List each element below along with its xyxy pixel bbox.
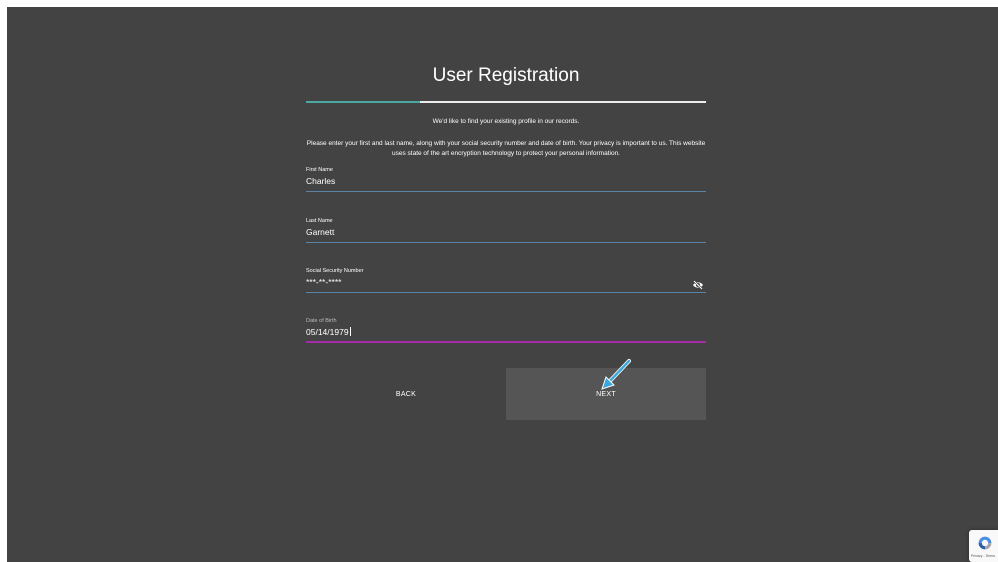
eye-slash-icon[interactable] [692,280,704,290]
last-name-label: Last Name [306,218,333,224]
privacy-text: Please enter your first and last name, a… [306,140,706,157]
first-name-label: First Name [306,167,333,173]
dob-input[interactable]: 05/14/1979 [306,327,676,337]
first-name-field[interactable]: First Name Charles [306,167,706,193]
ssn-field[interactable]: Social Security Number ***-**-**** [306,268,706,294]
ssn-input[interactable]: ***-**-**** [306,277,676,287]
intro-text: We'd like to find your existing profile … [432,118,580,125]
recaptcha-links[interactable]: Privacy - Terms [971,554,995,558]
dob-field[interactable]: Date of Birth 05/14/1979 [306,318,706,344]
progress-bar [306,101,706,103]
page-background: User Registration We'd like to find your… [7,7,998,562]
page-title: User Registration [432,65,580,86]
next-button-label: NEXT [596,390,616,398]
back-button[interactable]: BACK [306,368,506,420]
last-name-underline [306,242,706,243]
dob-underline-active [306,341,706,343]
back-button-label: BACK [395,390,417,398]
dob-value: 05/14/1979 [306,327,349,337]
ssn-underline [306,292,706,293]
ssn-label: Social Security Number [306,268,364,274]
text-caret [349,327,351,336]
first-name-input[interactable]: Charles [306,176,676,186]
dob-label: Date of Birth [306,318,337,324]
last-name-field[interactable]: Last Name Garnett [306,218,706,244]
recaptcha-badge[interactable]: Privacy - Terms [969,530,998,562]
recaptcha-logo-icon [978,536,992,550]
first-name-underline [306,191,706,192]
next-button[interactable]: NEXT [506,368,706,420]
progress-bar-fill [306,101,420,103]
last-name-input[interactable]: Garnett [306,227,676,237]
